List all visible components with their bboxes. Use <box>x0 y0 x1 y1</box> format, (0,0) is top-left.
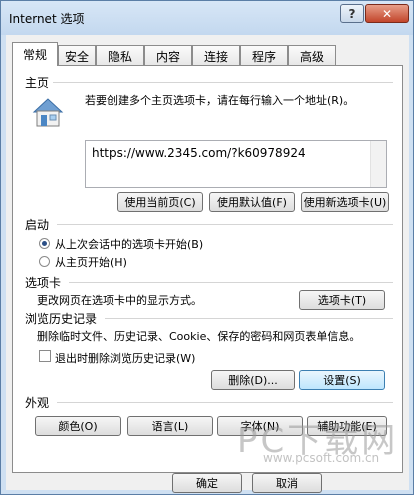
divider <box>53 82 393 83</box>
tab-advanced[interactable]: 高级 <box>288 45 336 66</box>
homepage-description: 若要创建多个主页选项卡，请在每行输入一个地址(R)。 <box>85 94 355 107</box>
delete-history-button[interactable]: 删除(D)... <box>211 370 295 390</box>
help-button[interactable]: ? <box>340 4 364 23</box>
colors-button[interactable]: 颜色(O) <box>35 416 121 436</box>
startup-home-label[interactable]: 从主页开始(H) <box>55 254 127 270</box>
house-icon <box>32 98 64 127</box>
ok-button[interactable]: 确定 <box>172 473 242 493</box>
internet-options-dialog: Internet 选项 ? ✕ 常规 安全 隐私 内容 连接 程序 高级 主页 … <box>0 0 414 495</box>
watermark-url: www.pcsoft.com.cn <box>263 451 380 465</box>
tab-general[interactable]: 常规 <box>12 42 58 66</box>
tab-connections[interactable]: 连接 <box>192 45 240 66</box>
languages-button[interactable]: 语言(L) <box>127 416 213 436</box>
close-button[interactable]: ✕ <box>365 4 409 23</box>
tabs-settings-button[interactable]: 选项卡(T) <box>299 290 385 310</box>
divider <box>105 318 393 319</box>
title-bar[interactable]: Internet 选项 ? ✕ <box>1 1 413 35</box>
history-section-label: 浏览历史记录 <box>25 312 98 326</box>
tab-content[interactable]: 内容 <box>144 45 192 66</box>
homepage-section-label: 主页 <box>25 76 50 90</box>
tabs-description: 更改网页在选项卡中的显示方式。 <box>37 294 202 307</box>
use-current-button[interactable]: 使用当前页(C) <box>117 192 203 212</box>
history-description: 删除临时文件、历史记录、Cookie、保存的密码和网页表单信息。 <box>37 330 361 343</box>
startup-last-session-label[interactable]: 从上次会话中的选项卡开始(B) <box>55 236 203 252</box>
startup-home-radio[interactable] <box>39 256 50 267</box>
tabs-section-label: 选项卡 <box>25 276 62 290</box>
tab-privacy[interactable]: 隐私 <box>96 45 144 66</box>
divider <box>57 402 393 403</box>
homepage-url-textarea[interactable]: https://www.2345.com/?k60978924 <box>85 140 387 188</box>
divider <box>57 224 393 225</box>
appearance-section-label: 外观 <box>25 396 50 410</box>
general-tab-panel: 主页 若要创建多个主页选项卡，请在每行输入一个地址(R)。 https://ww… <box>12 65 403 473</box>
use-new-tab-button[interactable]: 使用新选项卡(U) <box>301 192 389 212</box>
tab-programs[interactable]: 程序 <box>240 45 288 66</box>
startup-last-session-radio[interactable] <box>39 238 50 249</box>
startup-section-label: 启动 <box>25 218 50 232</box>
textarea-scrollbar[interactable] <box>370 141 386 187</box>
cancel-button[interactable]: 取消 <box>252 473 322 493</box>
tab-security[interactable]: 安全 <box>58 45 96 66</box>
divider <box>69 282 393 283</box>
use-default-button[interactable]: 使用默认值(F) <box>209 192 295 212</box>
homepage-url: https://www.2345.com/?k60978924 <box>92 146 306 160</box>
window-title: Internet 选项 <box>9 12 85 26</box>
history-settings-button[interactable]: 设置(S) <box>299 370 385 390</box>
delete-on-exit-checkbox[interactable] <box>39 350 51 362</box>
delete-on-exit-label[interactable]: 退出时删除浏览历史记录(W) <box>55 350 195 366</box>
